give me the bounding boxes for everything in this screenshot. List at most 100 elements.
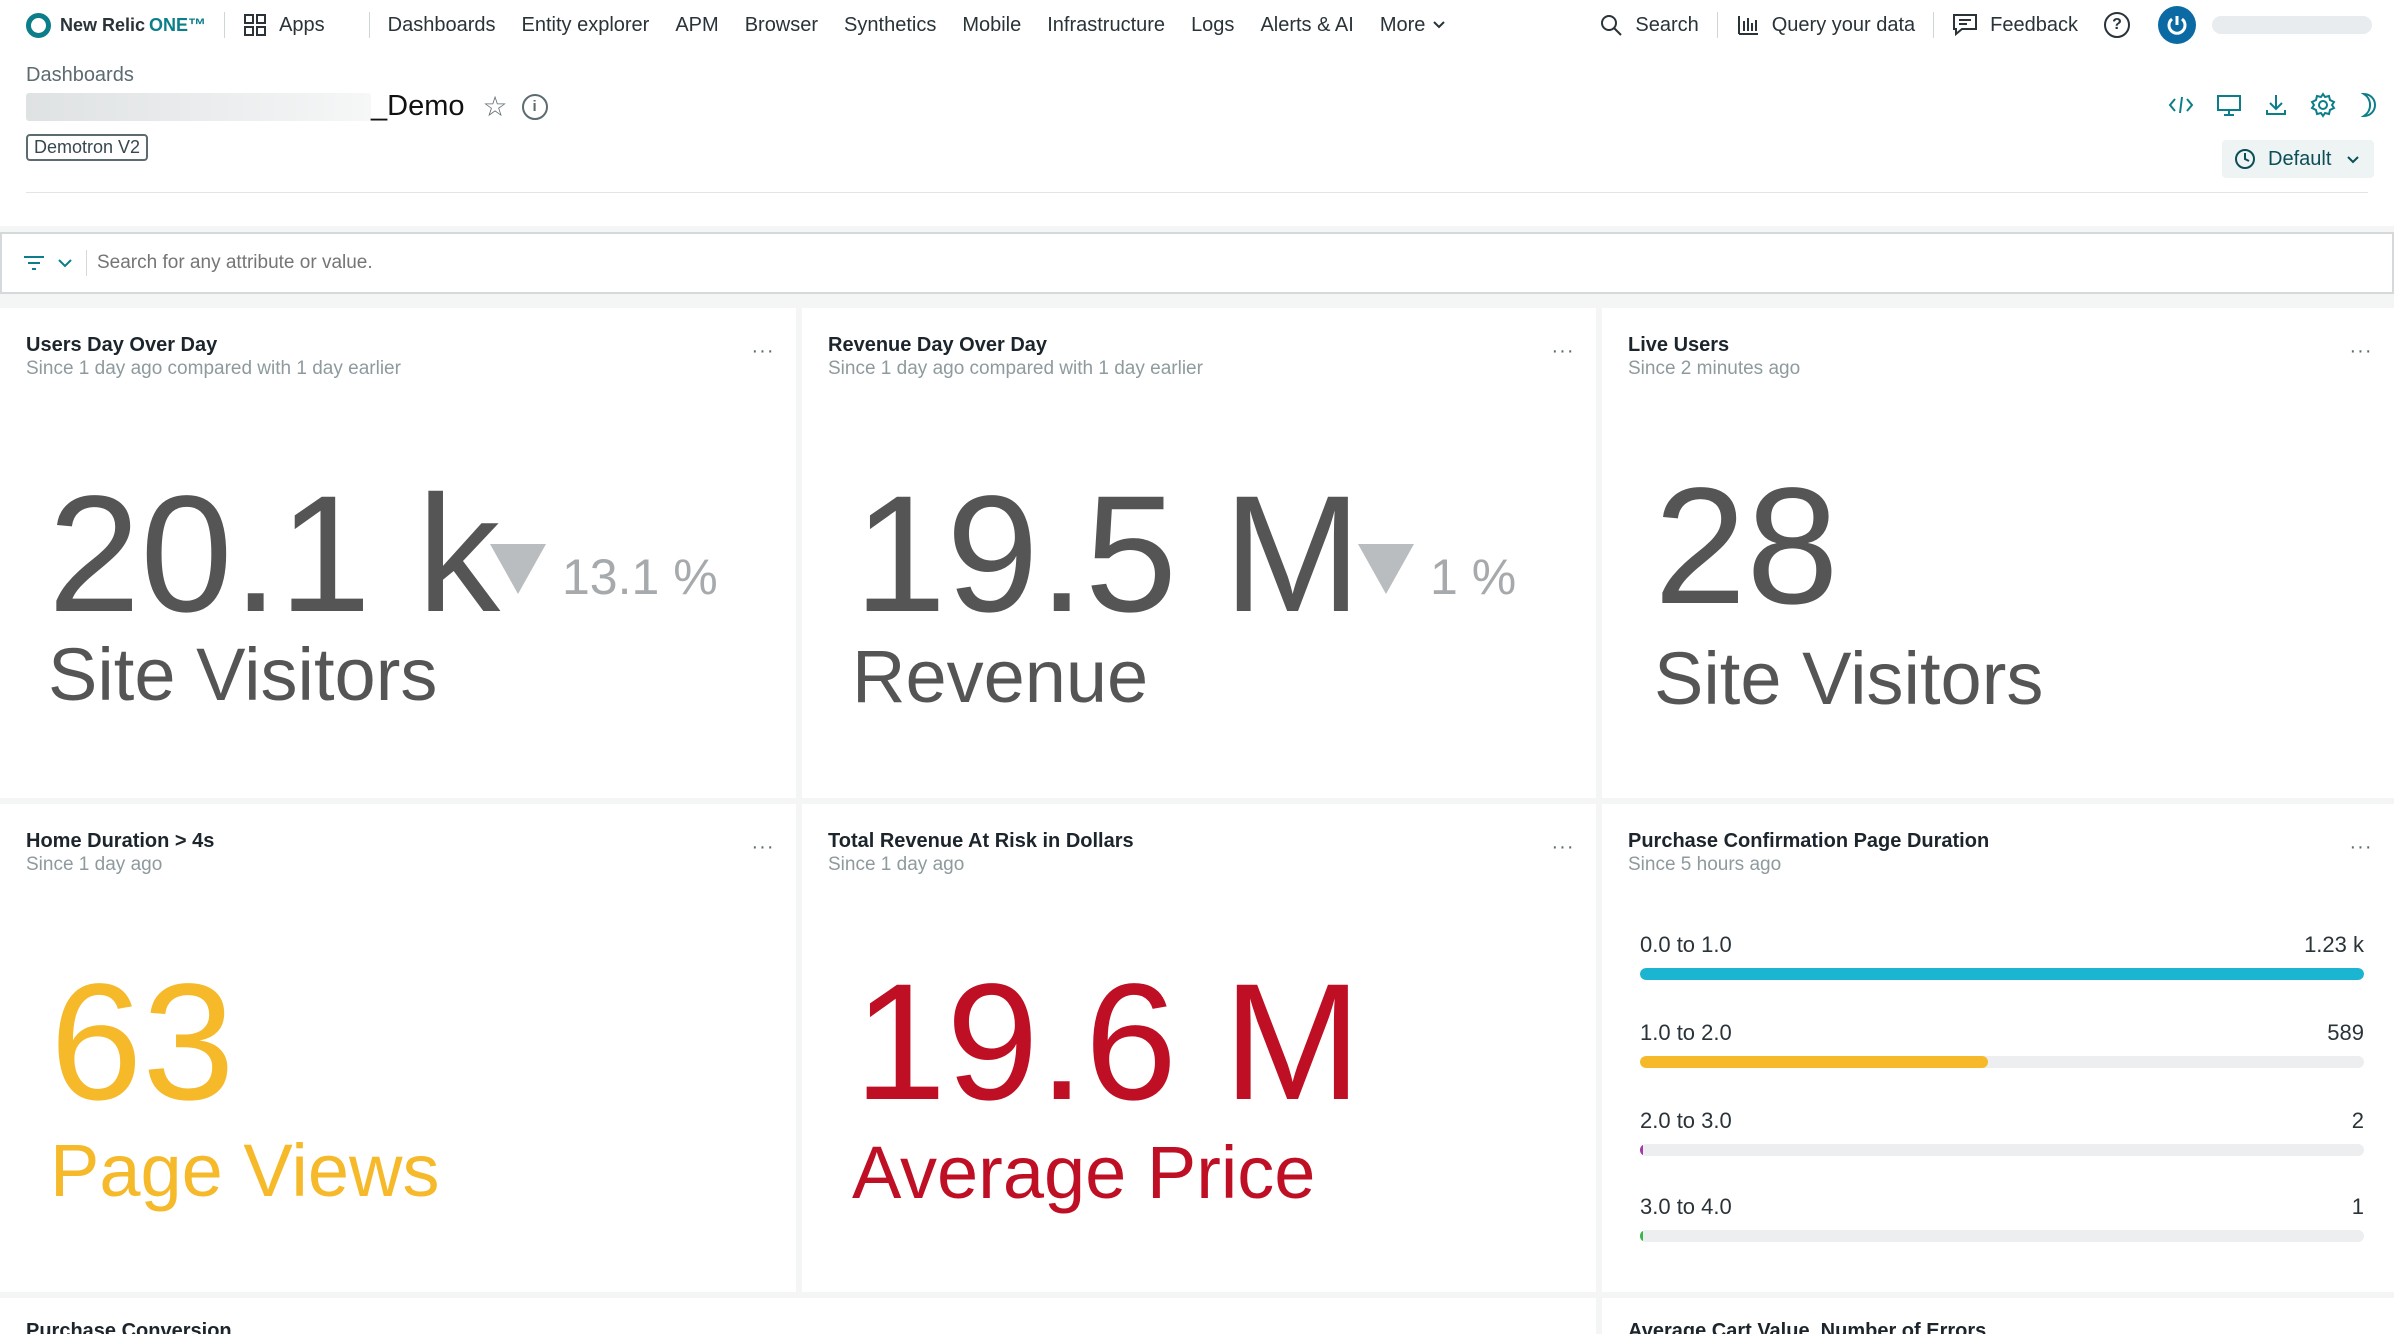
feedback-icon bbox=[1952, 13, 1978, 37]
widget-title: Purchase Conversion bbox=[26, 1320, 232, 1334]
histogram-track bbox=[1640, 1144, 2364, 1156]
code-icon[interactable] bbox=[2168, 94, 2194, 121]
settings-gear-icon[interactable] bbox=[2310, 92, 2336, 123]
histogram-bucket-label: 0.0 to 1.0 bbox=[1640, 932, 1732, 957]
filter-divider bbox=[86, 250, 87, 276]
widget-revenue-at-risk: Total Revenue At Risk in Dollars Since 1… bbox=[802, 804, 1596, 1292]
histogram-bucket-value: 1 bbox=[2351, 1194, 2364, 1219]
filter-search-input[interactable] bbox=[97, 252, 1697, 274]
nav-apps[interactable]: Apps bbox=[243, 13, 325, 37]
nav-divider bbox=[1933, 12, 1935, 38]
histogram-bucket-label: 3.0 to 4.0 bbox=[1640, 1194, 1732, 1219]
header-divider bbox=[26, 192, 2368, 193]
widget-title: Live Users bbox=[1628, 334, 1730, 356]
tv-mode-icon[interactable] bbox=[2216, 93, 2242, 122]
widget-subtitle: Since 1 day ago bbox=[828, 854, 965, 875]
billboard-label: Revenue bbox=[852, 635, 1149, 718]
histogram-bucket-label: 1.0 to 2.0 bbox=[1640, 1020, 1732, 1045]
favorite-star-icon[interactable]: ☆ bbox=[483, 90, 508, 123]
widget-menu-icon[interactable]: ··· bbox=[1548, 834, 1578, 860]
widget-menu-icon[interactable]: ··· bbox=[1548, 1324, 1578, 1334]
widget-purchase-conversion: Purchase Conversion ··· bbox=[0, 1298, 1596, 1334]
nav-feedback[interactable]: Feedback bbox=[1952, 13, 2078, 37]
widget-menu-icon[interactable]: ··· bbox=[1548, 338, 1578, 364]
nav-logs[interactable]: Logs bbox=[1191, 14, 1234, 37]
widget-subtitle: Since 1 day ago compared with 1 day earl… bbox=[26, 358, 401, 379]
chevron-down-icon bbox=[1433, 21, 1446, 29]
comparison-delta: 1 % bbox=[1358, 544, 1516, 602]
widget-menu-icon[interactable]: ··· bbox=[2346, 834, 2376, 860]
filter-icon[interactable] bbox=[22, 253, 46, 273]
nav-apps-label: Apps bbox=[279, 13, 325, 36]
widget-revenue-day-over-day: Revenue Day Over Day Since 1 day ago com… bbox=[802, 308, 1596, 798]
nav-entity-explorer[interactable]: Entity explorer bbox=[522, 14, 650, 37]
widget-title: Total Revenue At Risk in Dollars bbox=[828, 830, 1134, 852]
nav-search[interactable]: Search bbox=[1599, 13, 1699, 37]
info-icon[interactable]: i bbox=[521, 93, 548, 120]
account-avatar-icon[interactable] bbox=[2158, 6, 2196, 44]
billboard-value: 19.6 M bbox=[854, 950, 1362, 1135]
billboard-label: Site Visitors bbox=[1654, 637, 2044, 720]
help-icon[interactable]: ? bbox=[2104, 12, 2130, 38]
download-icon[interactable] bbox=[2264, 93, 2288, 122]
widget-subtitle: Since 2 minutes ago bbox=[1628, 358, 1801, 379]
apps-grid-icon bbox=[243, 13, 267, 37]
billboard-value: 28 bbox=[1654, 454, 1839, 639]
title-suffix: _Demo bbox=[371, 90, 465, 122]
dark-mode-moon-icon[interactable] bbox=[2358, 92, 2380, 123]
nav-query-data[interactable]: Query your data bbox=[1736, 13, 1915, 37]
comparison-delta: 13.1 % bbox=[490, 544, 718, 602]
widget-subtitle: Since 5 hours ago bbox=[1628, 854, 1782, 875]
billboard-label: Page Views bbox=[50, 1129, 440, 1212]
nav-divider bbox=[224, 12, 226, 38]
widget-title: Average Cart Value, Number of Errors bbox=[1628, 1320, 1987, 1334]
nav-apm[interactable]: APM bbox=[675, 14, 718, 37]
histogram-bucket-value: 1.23 k bbox=[2304, 932, 2364, 957]
nav-browser[interactable]: Browser bbox=[745, 14, 818, 37]
nav-feedback-label: Feedback bbox=[1990, 13, 2078, 36]
brand-text: New Relic bbox=[60, 14, 146, 35]
account-name-redacted[interactable] bbox=[2212, 16, 2372, 34]
histogram-bar bbox=[1640, 1144, 1643, 1156]
delta-percent: 1 % bbox=[1430, 549, 1517, 605]
chevron-down-icon[interactable] bbox=[58, 258, 72, 268]
histogram-bucket-label: 2.0 to 3.0 bbox=[1640, 1108, 1732, 1133]
down-triangle-icon bbox=[490, 544, 546, 594]
widget-menu-icon[interactable]: ··· bbox=[748, 834, 778, 860]
nav-divider bbox=[368, 12, 370, 38]
brand-suffix: ONE™ bbox=[149, 14, 207, 35]
widget-users-day-over-day: Users Day Over Day Since 1 day ago compa… bbox=[0, 308, 796, 798]
histogram-track bbox=[1640, 1230, 2364, 1242]
breadcrumb[interactable]: Dashboards bbox=[26, 64, 134, 87]
page-title: _Demo ☆ i bbox=[26, 90, 548, 123]
widget-live-users: Live Users Since 2 minutes ago ··· 28 Si… bbox=[1602, 308, 2394, 798]
nav-mobile[interactable]: Mobile bbox=[962, 14, 1021, 37]
billboard-value: 19.5 M bbox=[854, 462, 1362, 647]
histogram-bucket-value: 589 bbox=[2327, 1020, 2364, 1045]
histogram-track bbox=[1640, 1056, 2364, 1068]
widget-menu-icon[interactable]: ··· bbox=[748, 338, 778, 364]
clock-icon bbox=[2234, 148, 2256, 170]
nav-more-label: More bbox=[1379, 13, 1426, 36]
new-relic-logo-icon bbox=[26, 12, 51, 38]
nav-query-label: Query your data bbox=[1771, 13, 1916, 36]
brand-logo[interactable]: New Relic ONE™ bbox=[26, 12, 207, 38]
title-redacted bbox=[26, 92, 371, 121]
time-picker[interactable]: Default bbox=[2222, 140, 2374, 178]
dashboard-header: Dashboards _Demo ☆ i Demotron V2 Default bbox=[0, 50, 2394, 226]
billboard-value: 63 bbox=[50, 950, 235, 1135]
time-picker-label: Default bbox=[2268, 147, 2332, 170]
histogram-track bbox=[1640, 968, 2364, 980]
nav-divider bbox=[1716, 12, 1718, 38]
nav-alerts-ai[interactable]: Alerts & AI bbox=[1260, 14, 1353, 37]
widget-menu-icon[interactable]: ··· bbox=[2346, 1324, 2376, 1334]
bar-chart-icon bbox=[1736, 13, 1760, 37]
widget-subtitle: Since 1 day ago bbox=[26, 854, 163, 875]
nav-dashboards[interactable]: Dashboards bbox=[388, 14, 496, 37]
nav-infrastructure[interactable]: Infrastructure bbox=[1047, 14, 1165, 37]
dashboard-tag[interactable]: Demotron V2 bbox=[26, 134, 149, 161]
nav-more[interactable]: More bbox=[1380, 14, 1446, 37]
nav-synthetics[interactable]: Synthetics bbox=[844, 14, 936, 37]
billboard-label: Average Price bbox=[852, 1131, 1316, 1214]
widget-menu-icon[interactable]: ··· bbox=[2346, 338, 2376, 364]
